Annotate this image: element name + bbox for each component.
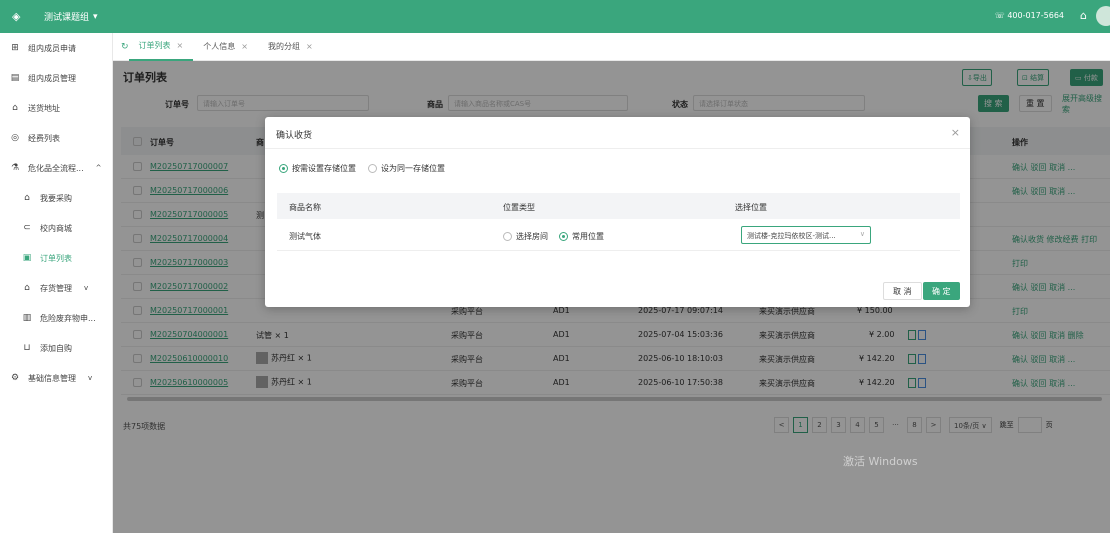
header-location-type: 位置类型 bbox=[503, 203, 535, 212]
sidebar: ⊞ 组内成员申请 ▤ 组内成员管理 ⌂ 送货地址 ◎ 经费列表 ⚗ 危化品全流程... ^ … bbox=[0, 33, 113, 533]
radio-dot bbox=[279, 164, 288, 173]
tab-profile[interactable]: 个人信息 × bbox=[193, 33, 258, 61]
sidebar-item-basic-info[interactable]: ⚙ 基础信息管理 v bbox=[0, 363, 112, 393]
cart-icon: ⊔ bbox=[23, 343, 31, 353]
dialog-title: 确认收货 bbox=[276, 131, 313, 141]
product-name: 测试气体 bbox=[289, 232, 321, 241]
dialog-table-header: 商品名称 位置类型 选择位置 bbox=[277, 193, 960, 219]
radio-dot bbox=[368, 164, 377, 173]
dialog-table-row: 测试气体 选择房间 常用位置 测试楼-克拉玛依校区-测试... ∨ bbox=[277, 219, 960, 251]
chevron-down-icon: v bbox=[84, 284, 89, 292]
radio-common-location[interactable]: 常用位置 bbox=[559, 231, 604, 242]
close-icon[interactable]: × bbox=[177, 41, 184, 50]
team-name: 测试课题组 bbox=[44, 13, 90, 23]
chevron-down-icon: ∨ bbox=[859, 230, 865, 238]
close-icon[interactable]: × bbox=[951, 126, 960, 139]
home-icon: ⌂ bbox=[12, 103, 18, 113]
chevron-down-icon: ▾ bbox=[93, 11, 98, 22]
sidebar-item-orders[interactable]: ▣ 订单列表 bbox=[0, 243, 112, 273]
radio-per-item-location[interactable]: 按需设置存储位置 bbox=[279, 163, 356, 174]
flask-icon: ⚗ bbox=[10, 163, 20, 173]
sidebar-item-funds[interactable]: ◎ 经费列表 bbox=[0, 123, 112, 153]
team-switcher[interactable]: 测试课题组 ▾ bbox=[44, 10, 98, 24]
cancel-button[interactable]: 取 消 bbox=[883, 282, 922, 300]
radio-dot bbox=[503, 232, 512, 241]
tab-bar: ↻ 订单列表 × 个人信息 × 我的分组 × bbox=[113, 33, 1110, 61]
close-icon[interactable]: × bbox=[306, 42, 313, 51]
location-select[interactable]: 测试楼-克拉玛依校区-测试... ∨ bbox=[741, 226, 871, 244]
sidebar-item-purchase[interactable]: ⌂ 我要采购 bbox=[0, 183, 112, 213]
close-icon[interactable]: × bbox=[241, 42, 248, 51]
sidebar-item-self-purchase[interactable]: ⊔ 添加自购 bbox=[0, 333, 112, 363]
radio-same-location[interactable]: 设为同一存储位置 bbox=[368, 163, 445, 174]
top-bar: ◈ 测试课题组 ▾ ☏ 400-017-5664 ⌂ bbox=[0, 0, 1110, 33]
confirm-receipt-dialog: 确认收货 × 按需设置存储位置 设为同一存储位置 商品名称 位置类型 选择位置 … bbox=[265, 117, 970, 307]
home-icon[interactable]: ⌂ bbox=[1080, 9, 1087, 22]
radio-dot bbox=[559, 232, 568, 241]
coin-icon: ◎ bbox=[11, 133, 19, 143]
clipboard-icon: ▥ bbox=[22, 313, 32, 323]
layers-icon: ◈ bbox=[12, 9, 21, 23]
sidebar-item-inventory[interactable]: ⌂ 存货管理 v bbox=[0, 273, 112, 303]
sidebar-item-address[interactable]: ⌂ 送货地址 bbox=[0, 93, 112, 123]
tab-orders[interactable]: 订单列表 × bbox=[128, 33, 194, 61]
dialog-divider bbox=[265, 148, 970, 149]
document-icon: ▣ bbox=[22, 253, 32, 263]
radio-select-room[interactable]: 选择房间 bbox=[503, 231, 548, 242]
tab-groups[interactable]: 我的分组 × bbox=[258, 33, 323, 61]
refresh-icon[interactable]: ↻ bbox=[121, 42, 129, 52]
storage-mode-radio-group: 按需设置存储位置 设为同一存储位置 bbox=[279, 163, 445, 174]
chevron-down-icon: v bbox=[88, 374, 93, 382]
gear-icon: ⚙ bbox=[10, 373, 20, 383]
confirm-button[interactable]: 确 定 bbox=[923, 282, 960, 300]
support-phone: ☏ 400-017-5664 bbox=[994, 11, 1064, 20]
warehouse-icon: ⌂ bbox=[24, 283, 30, 293]
sidebar-item-member-apply[interactable]: ⊞ 组内成员申请 bbox=[0, 33, 112, 63]
cart-icon: ⊂ bbox=[23, 223, 31, 233]
chevron-up-icon: ^ bbox=[95, 164, 102, 172]
sidebar-item-waste[interactable]: ▥ 危险废弃物申... bbox=[0, 303, 112, 333]
header-product-name: 商品名称 bbox=[289, 203, 321, 212]
home-icon: ⌂ bbox=[24, 193, 30, 203]
apps-icon: ⊞ bbox=[11, 43, 19, 53]
sidebar-item-member-manage[interactable]: ▤ 组内成员管理 bbox=[0, 63, 112, 93]
sidebar-item-mall[interactable]: ⊂ 校内商城 bbox=[0, 213, 112, 243]
avatar[interactable] bbox=[1096, 6, 1110, 26]
list-icon: ▤ bbox=[10, 73, 20, 83]
header-select-location: 选择位置 bbox=[735, 203, 767, 212]
activate-windows-watermark: 激活 Windows bbox=[843, 455, 918, 468]
sidebar-item-hazmat[interactable]: ⚗ 危化品全流程... ^ bbox=[0, 153, 112, 183]
